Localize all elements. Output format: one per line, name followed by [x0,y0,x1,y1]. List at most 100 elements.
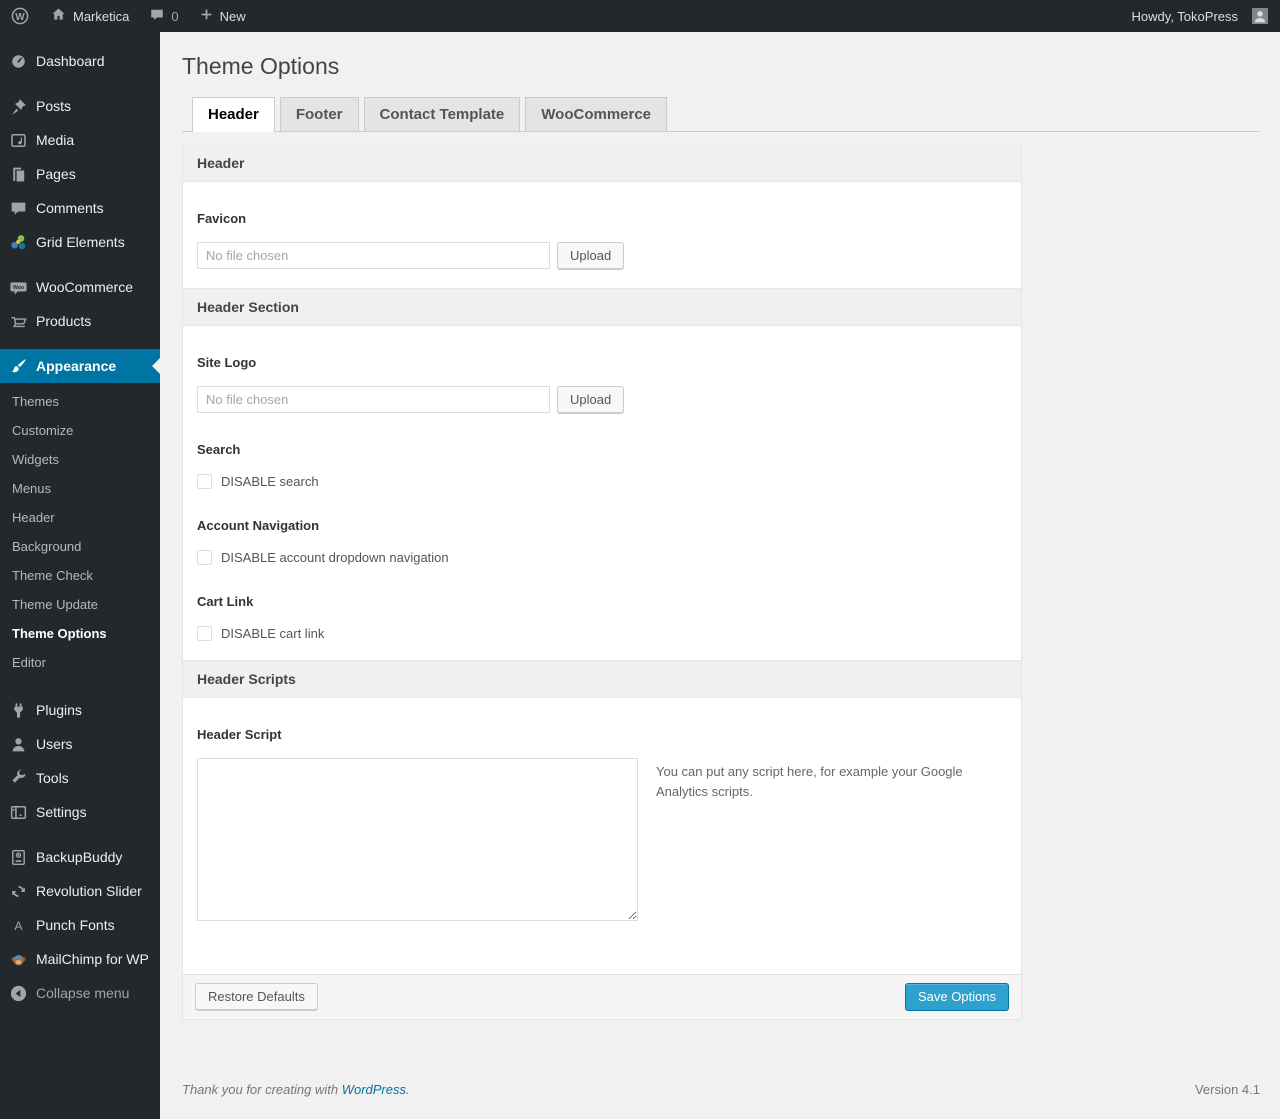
sidebar-item-label: Dashboard [36,53,105,69]
save-options-button[interactable]: Save Options [904,982,1009,1011]
disable-cart-link-checkbox[interactable] [197,625,212,641]
comment-bubble-icon [149,7,165,26]
appearance-submenu: Themes Customize Widgets Menus Header Ba… [0,383,160,685]
sidebar-item-appearance[interactable]: Appearance [0,349,160,383]
section-title: Header Section [197,298,299,315]
admin-bar-comments[interactable]: 0 [139,0,188,32]
sidebar-item-label: Users [36,736,73,752]
collapse-menu-button[interactable]: Collapse menu [0,976,160,1010]
sidebar-item-label: Plugins [36,702,82,718]
site-name: Marketica [73,8,130,24]
tab-woocommerce[interactable]: WooCommerce [525,96,668,131]
submenu-item-customize[interactable]: Customize [0,416,160,445]
tab-header[interactable]: Header [192,96,275,132]
disable-account-nav-checkbox[interactable] [197,549,212,565]
sidebar-item-mailchimp[interactable]: MailChimp for WP [0,942,160,976]
sidebar-item-label: WooCommerce [36,279,133,295]
header-script-note: You can put any script here, for example… [656,763,963,800]
letter-a-icon: A [8,915,28,935]
page-footer: Thank you for creating with WordPress. V… [182,1082,1260,1119]
site-logo-upload-button[interactable]: Upload [557,385,625,413]
section-header-section: Header Section [183,287,1021,326]
account-navigation-label: Account Navigation [197,517,320,533]
sidebar-item-label: BackupBuddy [36,849,123,865]
version-text: Version 4.1 [1194,1081,1260,1097]
sidebar-item-users[interactable]: Users [0,727,160,761]
pin-icon [8,96,28,116]
sidebar-item-woocommerce[interactable]: Woo WooCommerce [0,270,160,304]
footer-thanks-text: Thank you for creating with [182,1081,342,1097]
submenu-item-editor[interactable]: Editor [0,648,160,677]
mailchimp-monkey-icon [8,949,28,969]
sidebar-item-media[interactable]: Media [0,123,160,157]
sidebar-item-settings[interactable]: Settings [0,795,160,829]
wrench-icon [8,768,28,788]
favicon-label: Favicon [197,210,247,226]
settings-icon [8,802,28,822]
tab-footer[interactable]: Footer [279,96,359,131]
submenu-item-widgets[interactable]: Widgets [0,445,160,474]
submenu-item-background[interactable]: Background [0,532,160,561]
grid-elements-icon [8,232,28,252]
submenu-item-header[interactable]: Header [0,503,160,532]
sidebar-item-label: Appearance [36,358,117,374]
footer-thanks: Thank you for creating with WordPress. [182,1082,410,1097]
admin-bar-left: W Marketica 0 New [0,0,256,32]
sidebar-item-label: Pages [36,166,76,182]
account-menu[interactable]: Howdy, TokoPress [1122,0,1268,32]
sidebar-item-products[interactable]: Products [0,304,160,338]
sidebar-item-label: MailChimp for WP [36,951,149,967]
submenu-item-theme-check[interactable]: Theme Check [0,561,160,590]
section-title: Header Scripts [197,670,296,687]
sidebar-item-grid-elements[interactable]: Grid Elements [0,225,160,259]
site-logo-label: Site Logo [197,354,257,370]
favicon-upload-button[interactable]: Upload [557,241,625,269]
current-menu-arrow [144,358,160,374]
wordpress-logo-icon[interactable]: W [0,0,40,32]
site-logo-file-input[interactable] [197,385,550,413]
admin-bar: W Marketica 0 New Howdy, TokoPress [0,0,1280,32]
wordpress-link[interactable]: WordPress [342,1082,406,1097]
disable-search-checkbox[interactable] [197,473,212,489]
main-content: Theme Options Header Footer Contact Temp… [160,32,1280,1119]
sidebar-item-posts[interactable]: Posts [0,89,160,123]
sidebar-item-label: Revolution Slider [36,883,142,899]
admin-menu: Dashboard Posts Media Pages Comments Gri… [0,32,160,1119]
sidebar-item-comments[interactable]: Comments [0,191,160,225]
sidebar-item-plugins[interactable]: Plugins [0,693,160,727]
theme-options-panel: Header Favicon Upload Header Section Sit… [182,144,1022,1020]
paintbrush-icon [8,356,28,376]
pages-icon [8,164,28,184]
site-menu[interactable]: Marketica [40,0,139,32]
sidebar-item-dashboard[interactable]: Dashboard [0,44,160,78]
sidebar-item-pages[interactable]: Pages [0,157,160,191]
submenu-item-menus[interactable]: Menus [0,474,160,503]
woocommerce-badge-icon: Woo [8,277,28,297]
avatar [1252,8,1268,24]
sidebar-item-backupbuddy[interactable]: BackupBuddy [0,840,160,874]
backup-disk-icon [8,847,28,867]
submenu-item-theme-options[interactable]: Theme Options [0,619,160,648]
restore-defaults-button[interactable]: Restore Defaults [195,983,318,1011]
favicon-file-input[interactable] [197,241,550,269]
tab-bar: Header Footer Contact Template WooCommer… [182,96,1260,132]
sidebar-item-tools[interactable]: Tools [0,761,160,795]
howdy-text: Howdy, TokoPress [1131,8,1238,24]
sidebar-item-label: Comments [36,200,104,216]
header-script-textarea[interactable] [197,757,638,921]
submenu-item-themes[interactable]: Themes [0,387,160,416]
header-script-row: You can put any script here, for example… [197,757,1007,921]
admin-bar-right: Howdy, TokoPress [1122,0,1280,32]
new-label: New [219,8,246,24]
new-content-button[interactable]: New [189,0,256,32]
dashboard-icon [8,51,28,71]
home-icon [50,6,67,26]
refresh-arrows-icon [8,881,28,901]
submenu-item-theme-update[interactable]: Theme Update [0,590,160,619]
disable-search-checkbox-label: DISABLE search [221,473,319,489]
sidebar-item-punch-fonts[interactable]: A Punch Fonts [0,908,160,942]
section-header: Header [183,144,1021,182]
sidebar-item-revolution-slider[interactable]: Revolution Slider [0,874,160,908]
tab-contact-template[interactable]: Contact Template [363,96,521,131]
comments-count: 0 [171,8,179,24]
